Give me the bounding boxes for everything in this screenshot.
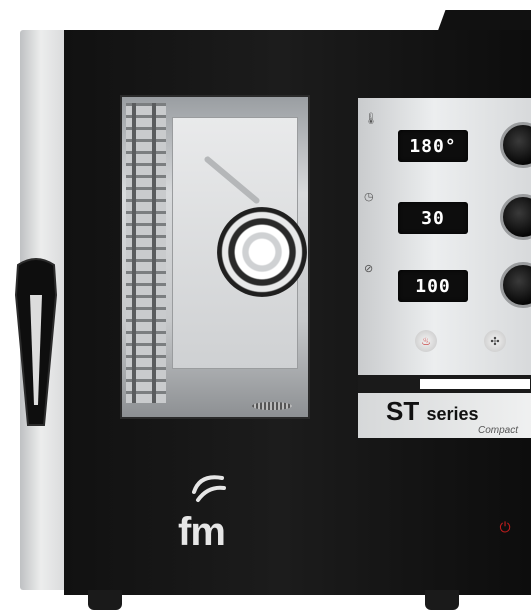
series-title: ST series [386,396,479,426]
fan-button[interactable]: ✣ [484,330,506,352]
foot-left [88,590,122,610]
door-handle[interactable] [10,255,62,435]
heat-button-icon: ♨ [421,335,431,348]
fm-logo-mark [192,475,226,502]
humidity-icon: ⊘ [364,263,374,275]
series-subtitle: Compact [478,425,519,436]
clock-icon: ◷ [364,191,374,203]
power-icon[interactable]: ⏻ [498,519,512,535]
time-display: 30 [398,202,468,234]
foot-right [425,590,459,610]
tray-rack-rail [152,103,156,403]
fan-button-icon: ✣ [490,335,500,348]
oven-window [120,95,310,419]
convection-fan [217,207,307,297]
heat-button[interactable]: ♨ [415,330,437,352]
temperature-display: 180° [398,130,468,162]
fm-logo-text: fm [178,510,226,554]
humidity-display: 100 [398,270,468,302]
tray-rack-rail [132,103,136,403]
thermometer-icon: 🌡 [364,113,378,125]
drain-grille [252,402,292,410]
panel-label-strip [420,379,530,389]
